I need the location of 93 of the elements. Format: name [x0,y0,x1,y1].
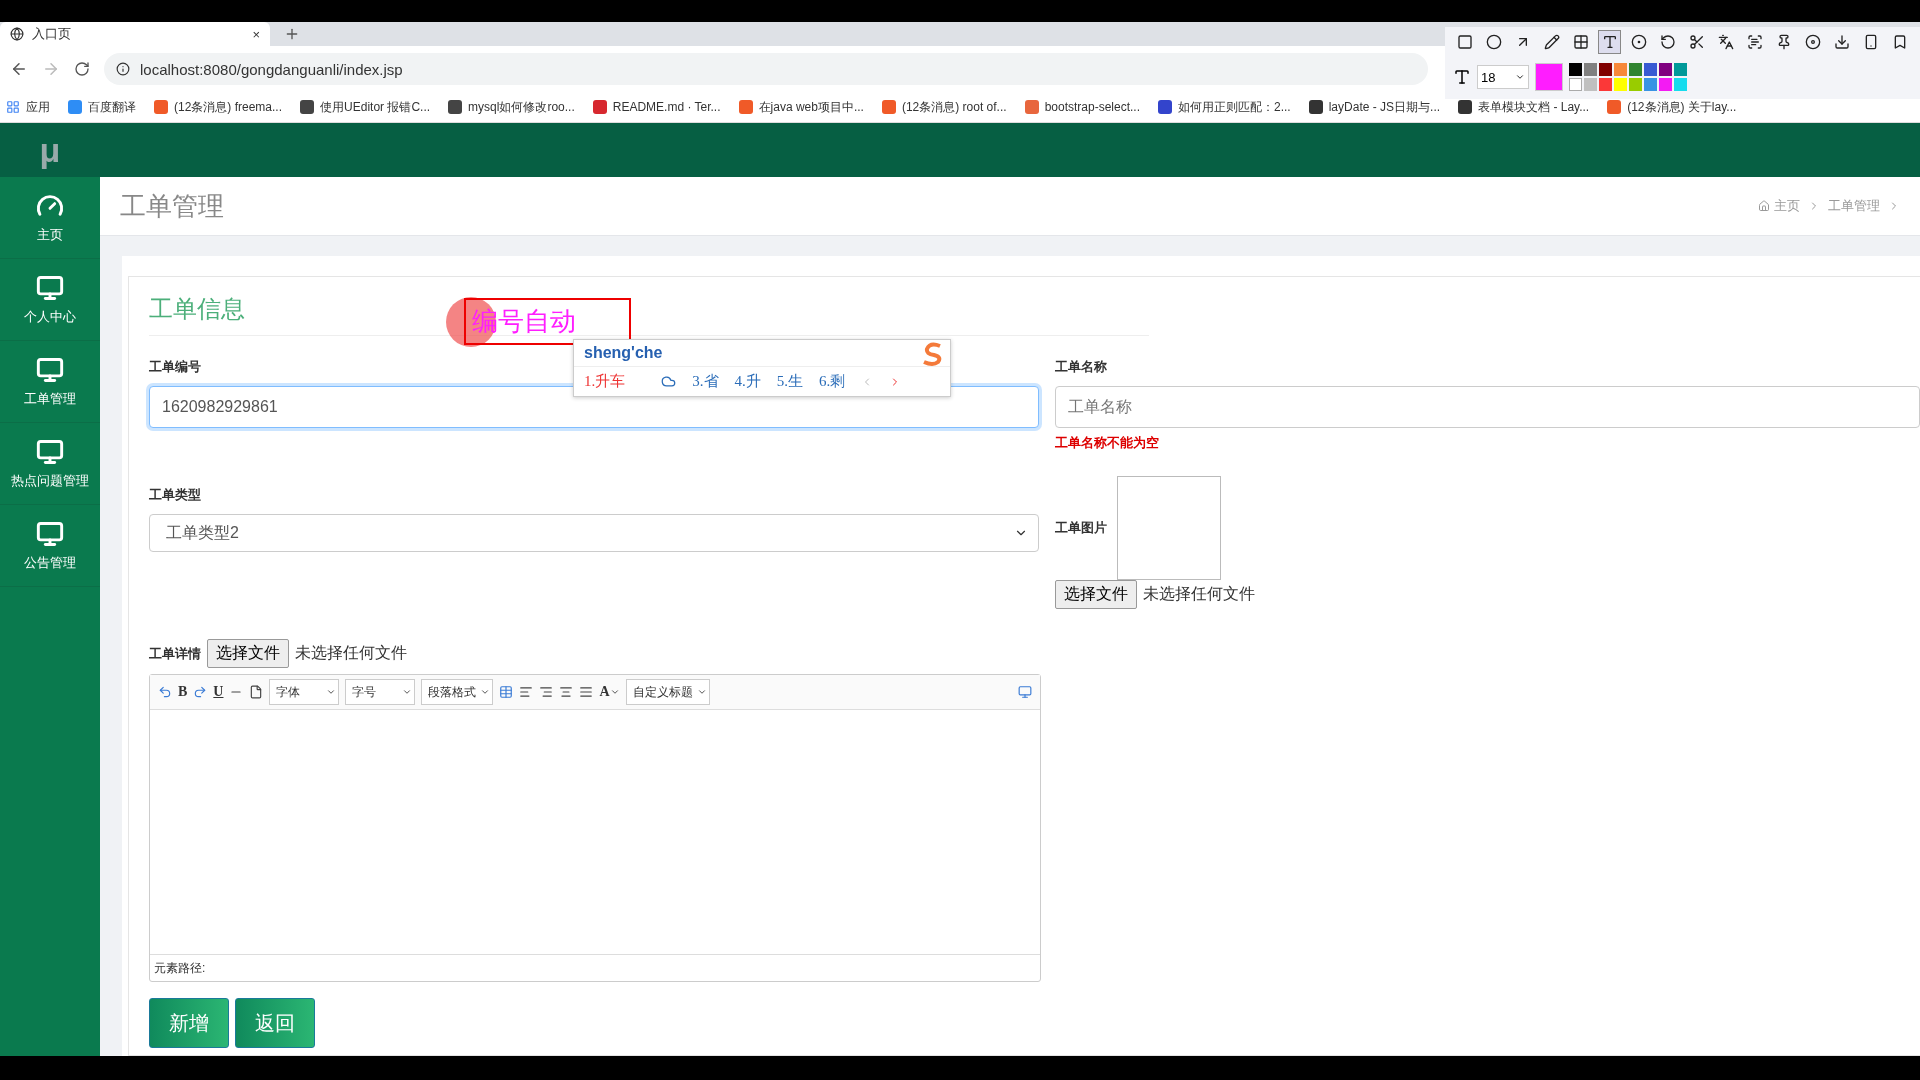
new-tab-icon[interactable] [284,26,300,42]
bookmark-link[interactable]: 应用 [6,98,50,116]
color-swatch[interactable] [1599,78,1612,91]
font-size-select[interactable]: 18 [1477,65,1529,89]
underline-button[interactable]: U [213,684,224,700]
table-icon[interactable] [499,685,514,699]
toolbar-dropdown[interactable]: 段落格式 [421,679,494,705]
rich-text-editor[interactable]: B U 字体 字号 段落格式 A 自定义标题 元素路径: [149,674,1041,982]
color-swatch[interactable] [1584,78,1597,91]
align-justify-icon[interactable] [579,685,594,699]
bookmark-link[interactable]: 表单模块文档 - Lay... [1458,98,1590,116]
color-swatch[interactable] [1614,78,1627,91]
sidebar-item[interactable]: 工单管理 [0,341,100,423]
color-swatch[interactable] [1674,63,1687,76]
element-path-label: 元素路径: [154,959,206,977]
text-size-icon [1453,68,1471,86]
bookmark-link[interactable]: 百度翻译 [68,98,136,116]
bookmark-link[interactable]: (12条消息) root of... [881,98,1007,116]
reload-icon[interactable] [74,61,90,77]
field-label: 工单详情 [149,644,201,663]
info-icon [116,62,130,76]
align-right-icon[interactable] [539,685,554,699]
sidebar-item[interactable]: 个人中心 [0,259,100,341]
align-center-icon[interactable] [559,685,574,699]
caret-icon [402,687,413,697]
monitor-icon [36,355,64,384]
bookmark-link[interactable]: layDate - JS日期与... [1308,98,1441,116]
error-message: 工单名称不能为空 [1055,434,1160,452]
ime-composition-text: sheng'che [584,344,663,362]
monitor-icon [36,519,64,548]
text-tool-icon[interactable] [1598,30,1622,54]
color-swatch[interactable] [1659,63,1672,76]
field-label: 工单编号 [149,358,202,376]
app-logo: μ [0,123,100,177]
bookmark-link[interactable]: 在java web项目中... [738,98,864,116]
bookmark-link[interactable]: 如何用正则匹配：2... [1158,98,1291,116]
color-swatch[interactable] [1569,63,1582,76]
globe-icon [10,27,24,41]
sidebar-item[interactable]: 公告管理 [0,505,100,587]
caret-icon [696,687,707,697]
field-label: 工单名称 [1055,358,1108,376]
field-label: 工单类型 [149,486,202,504]
toolbar-dropdown[interactable]: 字体 [269,679,340,705]
toolbar-dropdown[interactable]: 字号 [345,679,416,705]
color-swatch[interactable] [1629,78,1642,91]
toolbar-dropdown[interactable]: 自定义标题 [625,679,710,705]
align-left-icon[interactable] [519,685,534,699]
input-field[interactable]: 工单名称 [1055,386,1920,428]
tab-close-button[interactable]: × [252,26,260,42]
add-button[interactable]: 新增 [149,998,229,1048]
font-color-button[interactable]: A [599,684,620,700]
caret-icon [326,687,337,697]
browser-tab[interactable]: 入口页 × [0,22,270,46]
color-swatch[interactable] [1644,63,1657,76]
color-swatch[interactable] [1644,78,1657,91]
bookmark-link[interactable]: (12条消息) 关于lay... [1607,98,1737,116]
color-swatch[interactable] [1674,78,1687,91]
apps-grid-icon [6,100,20,114]
address-bar[interactable]: localhost:8080/gongdanguanli/index.jsp [104,53,1428,85]
page-title: 工单管理 [120,189,224,223]
page-icon[interactable] [249,685,264,699]
caret-icon [609,687,620,697]
file-status: 未选择任何文件 [1143,584,1255,604]
bookmark-link[interactable]: bootstrap-select... [1024,100,1140,114]
caret-icon [480,687,491,697]
field-label: 工单图片 [1055,519,1107,537]
home-icon [1758,200,1770,212]
bookmark-link[interactable]: (12条消息) freema... [154,98,283,116]
fullscreen-icon[interactable] [1018,685,1032,699]
bookmark-link[interactable]: mysql如何修改roo... [448,98,575,116]
color-swatch[interactable] [1599,63,1612,76]
color-swatch[interactable] [1629,63,1642,76]
color-swatch[interactable] [1569,78,1582,91]
choose-file-button[interactable]: 选择文件 [1055,580,1137,609]
cloud-icon[interactable] [661,374,677,389]
monitor-icon [36,273,64,302]
back-icon[interactable] [10,60,28,78]
color-swatch[interactable] [1659,78,1672,91]
redo-icon[interactable] [193,685,208,699]
file-status: 未选择任何文件 [295,643,407,663]
bold-button[interactable]: B [178,684,188,700]
monitor-icon [36,437,64,466]
back-button[interactable]: 返回 [235,998,315,1048]
bookmark-link[interactable]: README.md · Ter... [592,100,721,114]
undo-icon[interactable] [158,685,172,699]
bookmark-link[interactable]: 使用UEditor 报错C... [300,98,431,116]
current-color-swatch[interactable] [1535,63,1563,91]
color-swatch[interactable] [1584,63,1597,76]
color-swatch[interactable] [1614,63,1627,76]
choose-file-button[interactable]: 选择文件 [207,639,289,668]
caret-icon [1515,72,1525,82]
sidebar-item[interactable]: 热点问题管理 [0,423,100,505]
select-field[interactable]: 工单类型2 [149,514,1039,552]
